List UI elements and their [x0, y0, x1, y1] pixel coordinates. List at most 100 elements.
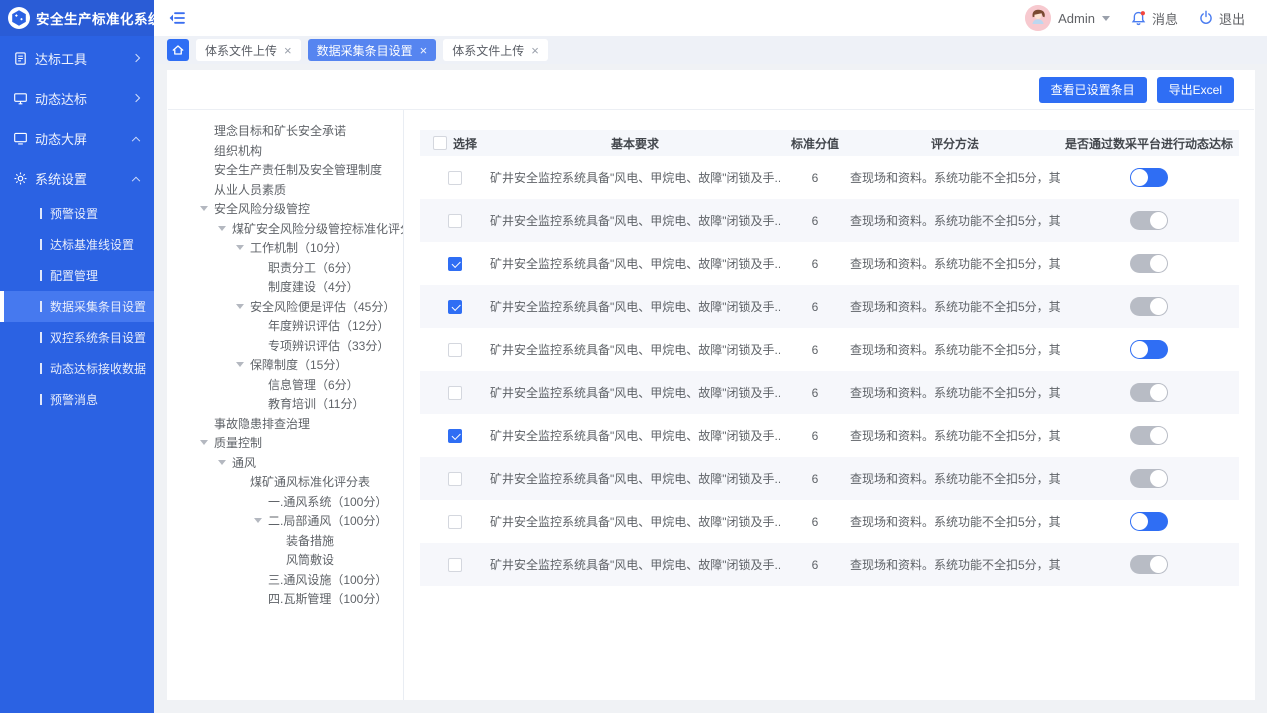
row-checkbox[interactable]	[448, 343, 462, 357]
score-cell: 6	[780, 558, 850, 572]
header-select-cell: 选择	[420, 135, 490, 152]
close-tab-icon[interactable]: ×	[531, 44, 539, 57]
tree-expand-icon[interactable]	[218, 460, 232, 465]
score-cell: 6	[780, 472, 850, 486]
app-logo: 安全生产标准化系统	[0, 0, 154, 36]
dynamic-standard-toggle[interactable]	[1130, 254, 1168, 273]
tree-node[interactable]: 煤矿通风标准化评分表	[200, 472, 399, 492]
method-cell: 查现场和资料。系统功能不全扣5分，其他不...	[850, 169, 1060, 186]
score-cell: 6	[780, 343, 850, 357]
sidebar-item-label: 达标工具	[35, 49, 126, 68]
requirement-cell: 矿井安全监控系统具备"风电、甲烷电、故障"闭锁及手...	[490, 427, 780, 444]
dynamic-standard-toggle[interactable]	[1130, 469, 1168, 488]
logout-button[interactable]: 退出	[1198, 9, 1245, 28]
dynamic-standard-toggle[interactable]	[1130, 168, 1168, 187]
tree-node-label: 教育培训（11分）	[268, 395, 364, 412]
row-checkbox[interactable]	[448, 257, 462, 271]
tree-node[interactable]: 职责分工（6分）	[200, 258, 399, 278]
tree-node[interactable]: 从业人员素质	[200, 180, 399, 200]
dynamic-standard-toggle[interactable]	[1130, 426, 1168, 445]
row-checkbox[interactable]	[448, 472, 462, 486]
dynamic-standard-toggle[interactable]	[1130, 340, 1168, 359]
dynamic-toggle-cell	[1060, 211, 1238, 230]
tree-node-label: 工作机制（10分）	[250, 239, 347, 256]
row-checkbox[interactable]	[448, 214, 462, 228]
sidebar-subitem[interactable]: 动态达标接收数据	[0, 353, 154, 384]
tree-node[interactable]: 年度辨识评估（12分）	[200, 316, 399, 336]
tree-node[interactable]: 二.局部通风（100分）	[200, 511, 399, 531]
column-header: 评分方法	[850, 135, 1060, 152]
tree-expand-icon[interactable]	[254, 518, 268, 523]
user-menu[interactable]: Admin	[1025, 5, 1110, 31]
tree-expand-icon[interactable]	[218, 226, 232, 231]
column-header-select: 选择	[453, 135, 477, 152]
sidebar-subitem[interactable]: 配置管理	[0, 260, 154, 291]
sidebar-subitem[interactable]: 预警设置	[0, 198, 154, 229]
sidebar-subitem[interactable]: 预警消息	[0, 384, 154, 415]
row-checkbox[interactable]	[448, 429, 462, 443]
view-set-items-button[interactable]: 查看已设置条目	[1039, 77, 1147, 103]
tree-node[interactable]: 通风	[200, 453, 399, 473]
sidebar-item-4[interactable]: 系统设置	[0, 158, 154, 198]
tree-node[interactable]: 专项辨识评估（33分）	[200, 336, 399, 356]
dynamic-standard-toggle[interactable]	[1130, 211, 1168, 230]
dynamic-standard-toggle[interactable]	[1130, 297, 1168, 316]
sidebar-subitem[interactable]: 数据采集条目设置	[0, 291, 154, 322]
tree-node[interactable]: 制度建设（4分）	[200, 277, 399, 297]
row-checkbox[interactable]	[448, 515, 462, 529]
dynamic-standard-toggle[interactable]	[1130, 383, 1168, 402]
score-cell: 6	[780, 300, 850, 314]
tree-node[interactable]: 保障制度（15分）	[200, 355, 399, 375]
close-tab-icon[interactable]: ×	[284, 44, 292, 57]
tree-node[interactable]: 三.通风设施（100分）	[200, 570, 399, 590]
sidebar-subitem[interactable]: 达标基准线设置	[0, 229, 154, 260]
tree-node[interactable]: 教育培训（11分）	[200, 394, 399, 414]
tree-expand-icon[interactable]	[200, 440, 214, 445]
tab-体系文件上传[interactable]: 体系文件上传×	[196, 39, 301, 61]
tree-expand-icon[interactable]	[236, 304, 250, 309]
tree-node[interactable]: 风筒敷设	[200, 550, 399, 570]
collapse-sidebar-icon[interactable]	[168, 9, 186, 27]
tree-expand-icon[interactable]	[200, 206, 214, 211]
messages-button[interactable]: 消息	[1130, 9, 1178, 28]
method-cell: 查现场和资料。系统功能不全扣5分，其他不...	[850, 513, 1060, 530]
tree-node[interactable]: 质量控制	[200, 433, 399, 453]
tree-node[interactable]: 装备措施	[200, 531, 399, 551]
tree-node[interactable]: 信息管理（6分）	[200, 375, 399, 395]
select-all-checkbox[interactable]	[433, 136, 447, 150]
content-panels: 理念目标和矿长安全承诺组织机构安全生产责任制及安全管理制度从业人员素质安全风险分…	[167, 110, 1255, 700]
items-table: 选择基本要求标准分值评分方法是否通过数采平台进行动态达标矿井安全监控系统具备"风…	[404, 110, 1255, 700]
tree-node[interactable]: 四.瓦斯管理（100分）	[200, 589, 399, 609]
tree-node[interactable]: 理念目标和矿长安全承诺	[200, 121, 399, 141]
row-checkbox[interactable]	[448, 386, 462, 400]
screen-icon	[13, 131, 28, 146]
tree-node[interactable]: 安全风险分级管控	[200, 199, 399, 219]
sidebar-item-1[interactable]: 达标工具	[0, 38, 154, 78]
tree-node[interactable]: 事故隐患排查治理	[200, 414, 399, 434]
sidebar-item-2[interactable]: 动态达标	[0, 78, 154, 118]
tab-数据采集条目设置[interactable]: 数据采集条目设置×	[308, 39, 437, 61]
tree-node[interactable]: 安全生产责任制及安全管理制度	[200, 160, 399, 180]
tab-体系文件上传[interactable]: 体系文件上传×	[443, 39, 548, 61]
sidebar-item-3[interactable]: 动态大屏	[0, 118, 154, 158]
tree-expand-icon[interactable]	[236, 245, 250, 250]
export-excel-button[interactable]: 导出Excel	[1157, 77, 1234, 103]
tree-node[interactable]: 组织机构	[200, 141, 399, 161]
subitem-tick	[40, 332, 42, 343]
score-cell: 6	[780, 386, 850, 400]
user-avatar[interactable]	[1025, 5, 1051, 31]
home-tab-button[interactable]	[167, 39, 189, 61]
row-checkbox[interactable]	[448, 171, 462, 185]
row-checkbox[interactable]	[448, 300, 462, 314]
dynamic-standard-toggle[interactable]	[1130, 512, 1168, 531]
dynamic-toggle-cell	[1060, 254, 1238, 273]
tree-node[interactable]: 安全风险便是评估（45分）	[200, 297, 399, 317]
tree-node[interactable]: 一.通风系统（100分）	[200, 492, 399, 512]
tree-node[interactable]: 煤矿安全风险分级管控标准化评分表	[200, 219, 399, 239]
close-tab-icon[interactable]: ×	[420, 44, 428, 57]
dynamic-standard-toggle[interactable]	[1130, 555, 1168, 574]
row-checkbox[interactable]	[448, 558, 462, 572]
tree-expand-icon[interactable]	[236, 362, 250, 367]
sidebar-subitem[interactable]: 双控系统条目设置	[0, 322, 154, 353]
tree-node[interactable]: 工作机制（10分）	[200, 238, 399, 258]
